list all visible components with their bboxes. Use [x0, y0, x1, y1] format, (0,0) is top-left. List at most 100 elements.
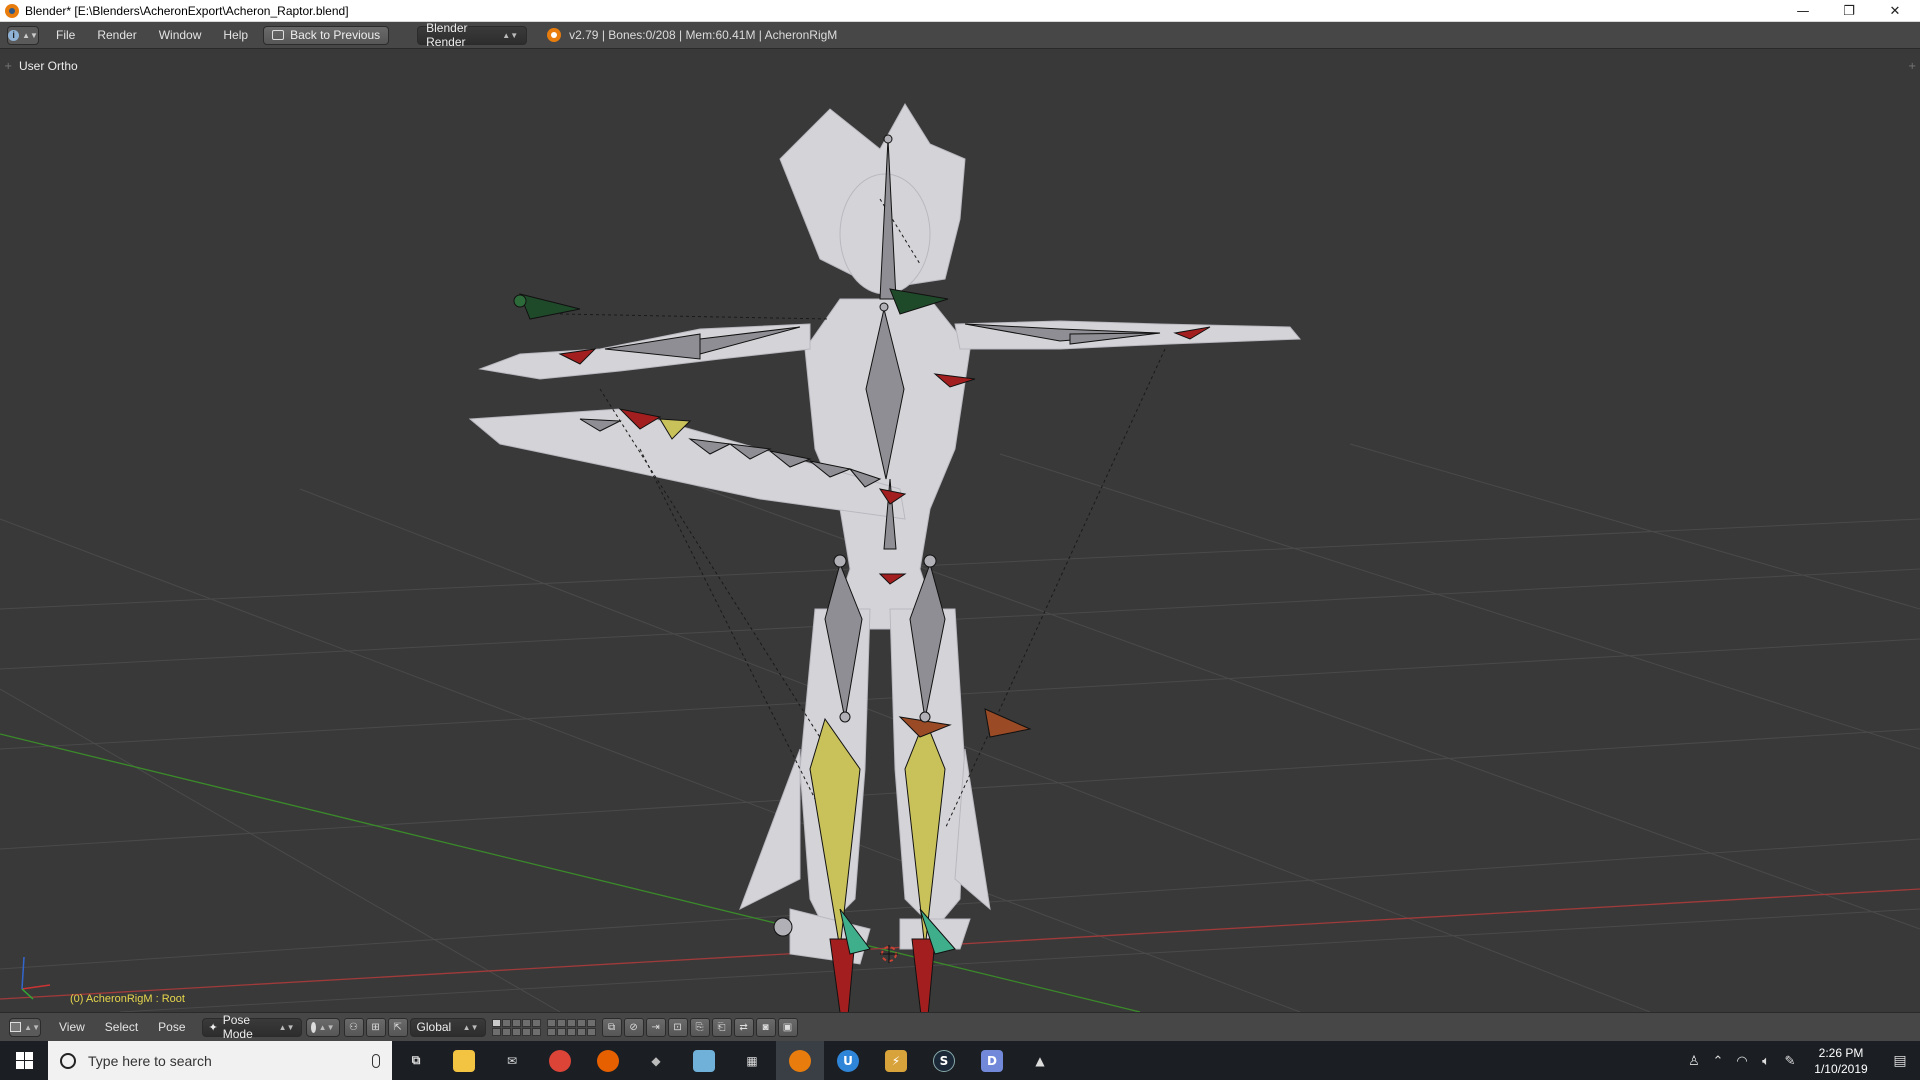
taskbar-calculator[interactable]: ▦: [728, 1041, 776, 1080]
info-icon: i: [8, 29, 20, 41]
start-button[interactable]: [0, 1041, 48, 1080]
menu-help[interactable]: Help: [212, 28, 259, 42]
show-manipulator-icon[interactable]: ⊞: [365, 1017, 386, 1037]
chevron-updown-icon: ▲▼: [462, 1022, 479, 1032]
menu-render[interactable]: Render: [86, 28, 147, 42]
translate-manipulator-icon[interactable]: ⇱: [387, 1017, 408, 1037]
system-tray: ♙ ⌃ ◠ 🔈︎ ✎ 2:26 PM 1/10/2019 ▤: [1682, 1041, 1920, 1080]
transform-orientation-select[interactable]: Global ▲▼: [409, 1017, 486, 1037]
back-to-previous-button[interactable]: Back to Previous: [263, 25, 390, 45]
blender-logo-icon: [547, 28, 562, 42]
restore-button[interactable]: ❐: [1826, 0, 1872, 22]
taskbar-notepad[interactable]: [680, 1041, 728, 1080]
minimize-button[interactable]: —: [1780, 0, 1826, 22]
menu-file[interactable]: File: [45, 28, 86, 42]
layer-buttons-b[interactable]: [546, 1018, 596, 1036]
render-engine-value: Blender Render: [426, 21, 468, 49]
taskbar-blender[interactable]: [776, 1041, 824, 1080]
chevron-updown-icon: ▲▼: [278, 1022, 295, 1032]
viewport-scene: [0, 103, 1920, 1012]
action-center-icon[interactable]: ▤: [1880, 1052, 1920, 1069]
microphone-icon[interactable]: [372, 1053, 380, 1068]
region-expand-icon[interactable]: +: [4, 61, 12, 72]
menu-view[interactable]: View: [49, 1020, 95, 1034]
app-icon: ◆: [651, 1053, 661, 1068]
taskbar-steam[interactable]: S: [920, 1041, 968, 1080]
proportional-edit-icon[interactable]: ⊘: [623, 1017, 644, 1037]
taskbar-photos[interactable]: ▲: [1016, 1041, 1064, 1080]
pose-mode-icon: ✦: [208, 1021, 218, 1034]
interaction-mode-select[interactable]: ✦ Pose Mode ▲▼: [201, 1013, 302, 1041]
render-engine-select[interactable]: Blender Render ▲▼: [417, 21, 528, 49]
calculator-icon: ▦: [746, 1053, 758, 1068]
chevron-updown-icon: ▲▼: [24, 1022, 40, 1032]
cortana-icon: [60, 1052, 76, 1069]
mail-icon: ✉: [506, 1053, 518, 1068]
volume-icon[interactable]: 🔈︎: [1754, 1053, 1778, 1069]
search-placeholder: Type here to search: [88, 1052, 212, 1069]
people-icon[interactable]: ♙: [1682, 1053, 1706, 1069]
lock-layers-icon[interactable]: ⧉: [601, 1017, 622, 1037]
blender-icon: [789, 1049, 811, 1072]
windows-taskbar: Type here to search ⧉ ✉ ◆ ▦ U ⚡ S D ▲ ♙ …: [0, 1041, 1920, 1080]
chevron-up-icon[interactable]: ⌃: [1706, 1053, 1730, 1069]
taskbar-clock[interactable]: 2:26 PM 1/10/2019: [1802, 1045, 1880, 1077]
photos-icon: ▲: [1035, 1053, 1045, 1068]
layer-buttons-a[interactable]: [491, 1018, 541, 1036]
notepad-icon: [693, 1049, 715, 1072]
chevron-updown-icon: ▲▼: [502, 30, 519, 40]
clock-date: 1/10/2019: [1814, 1061, 1868, 1076]
viewport-shading-select[interactable]: ▲▼: [305, 1017, 340, 1037]
taskbar-discord[interactable]: D: [968, 1041, 1016, 1080]
menu-select[interactable]: Select: [95, 1020, 148, 1034]
taskbar-chrome[interactable]: [536, 1041, 584, 1080]
render-animation-icon[interactable]: ▣: [777, 1017, 798, 1037]
steam-icon: S: [933, 1049, 955, 1072]
windows-logo-icon: [15, 1052, 33, 1069]
3d-view-header: ▲▼ View Select Pose ✦ Pose Mode ▲▼ ▲▼ ⚇ …: [0, 1012, 1920, 1041]
3d-view-icon: [10, 1022, 22, 1032]
folder-icon: [453, 1049, 475, 1072]
window-title: Blender* [E:\Blenders\AcheronExport\Ache…: [25, 3, 349, 18]
taskbar-task-view[interactable]: ⧉: [392, 1041, 440, 1080]
paste-pose-icon[interactable]: ⎗: [711, 1017, 732, 1037]
render-opengl-icon[interactable]: ◙: [755, 1017, 776, 1037]
firefox-icon: [597, 1049, 619, 1072]
orientation-value: Global: [416, 1020, 452, 1034]
chrome-icon: [549, 1049, 571, 1072]
region-expand-icon[interactable]: +: [1908, 61, 1916, 72]
taskbar-search-box[interactable]: Type here to search: [48, 1041, 392, 1080]
info-header: i ▲▼ File Render Window Help Back to Pre…: [0, 21, 1920, 49]
close-button[interactable]: ✕: [1872, 0, 1918, 22]
blender-app-icon: [5, 3, 19, 18]
snap-icon[interactable]: ⇥: [645, 1017, 666, 1037]
discord-icon: D: [981, 1049, 1003, 1072]
uplay-icon: U: [837, 1049, 859, 1072]
clock-time: 2:26 PM: [1818, 1045, 1864, 1060]
window-titlebar: Blender* [E:\Blenders\AcheronExport\Ache…: [0, 0, 1920, 22]
taskbar-mail[interactable]: ✉: [488, 1041, 536, 1080]
paste-flipped-pose-icon[interactable]: ⇄: [733, 1017, 754, 1037]
scene-stats: v2.79 | Bones:0/208 | Mem:60.41M | Acher…: [569, 28, 838, 42]
axis-gizmo: [21, 956, 51, 1000]
taskbar-firefox[interactable]: [584, 1041, 632, 1080]
chevron-updown-icon: ▲▼: [318, 1022, 335, 1032]
copy-pose-icon[interactable]: ⎘: [689, 1017, 710, 1037]
solid-shading-icon: [310, 1021, 316, 1033]
lightning-icon: ⚡: [885, 1049, 907, 1072]
taskbar-winamp[interactable]: ⚡: [872, 1041, 920, 1080]
pivot-point-icon[interactable]: ⚇: [343, 1017, 364, 1037]
snap-target-icon[interactable]: ⊡: [667, 1017, 688, 1037]
network-icon[interactable]: ◠: [1730, 1053, 1754, 1069]
pen-icon[interactable]: ✎: [1778, 1053, 1802, 1069]
3d-viewport[interactable]: User Ortho (0) AcheronRigM : Root + +: [0, 49, 1920, 1012]
chevron-updown-icon: ▲▼: [22, 30, 38, 40]
menu-pose[interactable]: Pose: [148, 1020, 195, 1034]
taskbar-file-explorer[interactable]: [440, 1041, 488, 1080]
editor-type-selector[interactable]: i ▲▼: [7, 25, 39, 45]
editor-type-selector[interactable]: ▲▼: [9, 1017, 41, 1037]
menu-window[interactable]: Window: [148, 28, 213, 42]
taskbar-uplay[interactable]: U: [824, 1041, 872, 1080]
task-view-icon: ⧉: [411, 1053, 421, 1067]
taskbar-app-6[interactable]: ◆: [632, 1041, 680, 1080]
